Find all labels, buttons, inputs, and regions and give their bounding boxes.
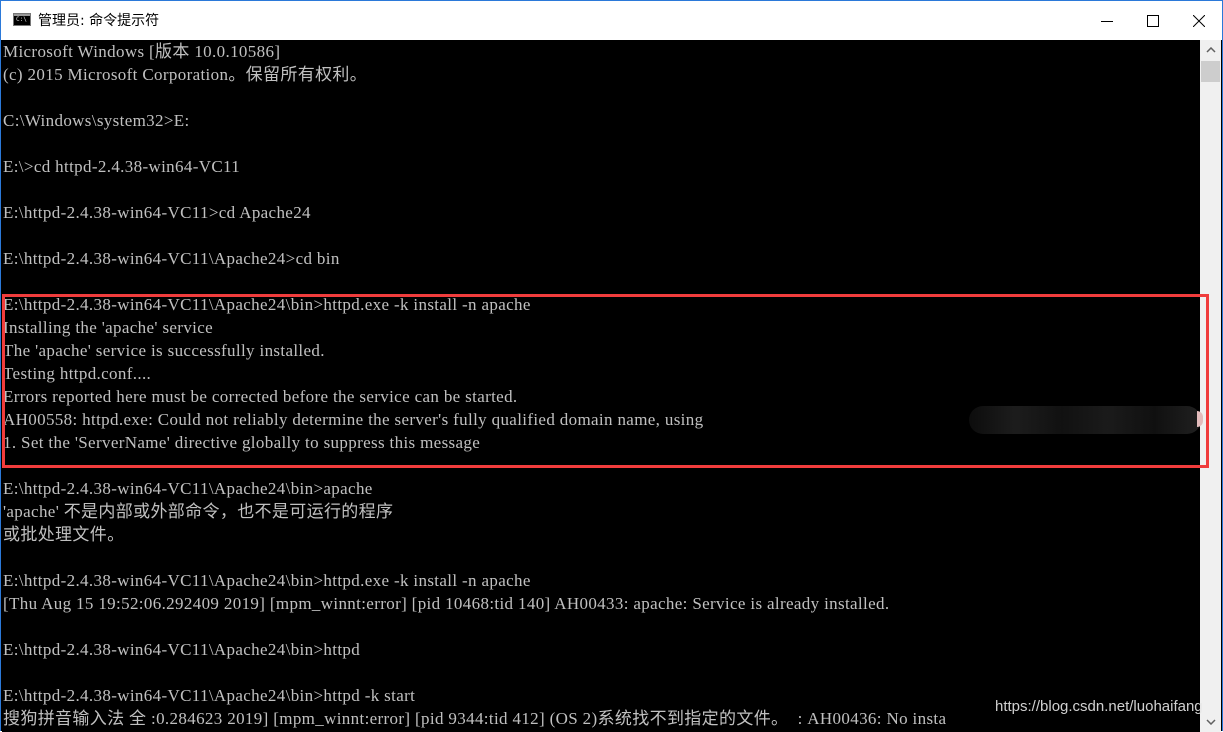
console-line: E:\httpd-2.4.38-win64-VC11\Apache24>cd b… — [3, 249, 340, 268]
console-line: 或批处理文件。 — [3, 525, 125, 544]
console-line: Testing httpd.conf.... — [3, 364, 152, 383]
console-line: Microsoft Windows [版本 10.0.10586] — [3, 42, 281, 61]
scroll-up-button[interactable] — [1200, 40, 1221, 60]
console-line: E:\httpd-2.4.38-win64-VC11\Apache24\bin>… — [3, 686, 416, 705]
scroll-down-button[interactable] — [1200, 712, 1221, 732]
console-output[interactable]: Microsoft Windows [版本 10.0.10586] (c) 201… — [2, 40, 1201, 732]
redacted-region — [969, 406, 1201, 434]
minimize-button[interactable] — [1084, 1, 1130, 40]
console-line: E:\httpd-2.4.38-win64-VC11\Apache24\bin>… — [3, 295, 531, 314]
cmd-icon — [13, 13, 31, 26]
maximize-button[interactable] — [1130, 1, 1176, 40]
scrollbar-thumb[interactable] — [1201, 61, 1220, 82]
console-line: 搜狗拼音输入法 全 :0.284623 2019] [mpm_winnt:err… — [3, 709, 947, 728]
console-line: E:\httpd-2.4.38-win64-VC11\Apache24\bin>… — [3, 640, 361, 659]
console-line: E:\httpd-2.4.38-win64-VC11\Apache24\bin>… — [3, 571, 531, 590]
title-bar[interactable]: 管理员: 命令提示符 — [1, 1, 1222, 40]
scroll-down-arrow-icon — [1205, 719, 1216, 725]
maximize-icon — [1147, 14, 1159, 27]
console-line: The 'apache' service is successfully ins… — [3, 341, 325, 360]
window-title: 管理员: 命令提示符 — [38, 12, 160, 29]
vertical-scrollbar[interactable] — [1200, 40, 1221, 732]
command-prompt-window: 管理员: 命令提示符 Microsoft Windows [版本 10.0.10… — [0, 0, 1223, 732]
console-line: E:\httpd-2.4.38-win64-VC11\Apache24\bin>… — [3, 479, 373, 498]
watermark: https://blog.csdn.net/luohaifang — [995, 698, 1203, 715]
console-line: (c) 2015 Microsoft Corporation。保留所有权利。 — [3, 65, 368, 84]
close-button[interactable] — [1176, 1, 1222, 40]
console-line: E:\httpd-2.4.38-win64-VC11>cd Apache24 — [3, 203, 311, 222]
minimize-icon — [1101, 20, 1113, 22]
close-icon — [1193, 14, 1205, 27]
console-line: [Thu Aug 15 19:52:06.292409 2019] [mpm_w… — [3, 594, 890, 613]
console-line: 'apache' 不是内部或外部命令，也不是可运行的程序 — [3, 502, 394, 521]
console-line: AH00558: httpd.exe: Could not reliably d… — [3, 410, 704, 429]
console-line: Installing the 'apache' service — [3, 318, 214, 337]
console-lines: Microsoft Windows [版本 10.0.10586] (c) 201… — [3, 40, 946, 730]
window-controls — [1084, 1, 1222, 40]
console-line: 1. Set the 'ServerName' directive global… — [3, 433, 481, 452]
console-line: C:\Windows\system32>E: — [3, 111, 190, 130]
console-line: E:\>cd httpd-2.4.38-win64-VC11 — [3, 157, 241, 176]
console-line: Errors reported here must be corrected b… — [3, 387, 518, 406]
scroll-up-arrow-icon — [1205, 47, 1216, 53]
